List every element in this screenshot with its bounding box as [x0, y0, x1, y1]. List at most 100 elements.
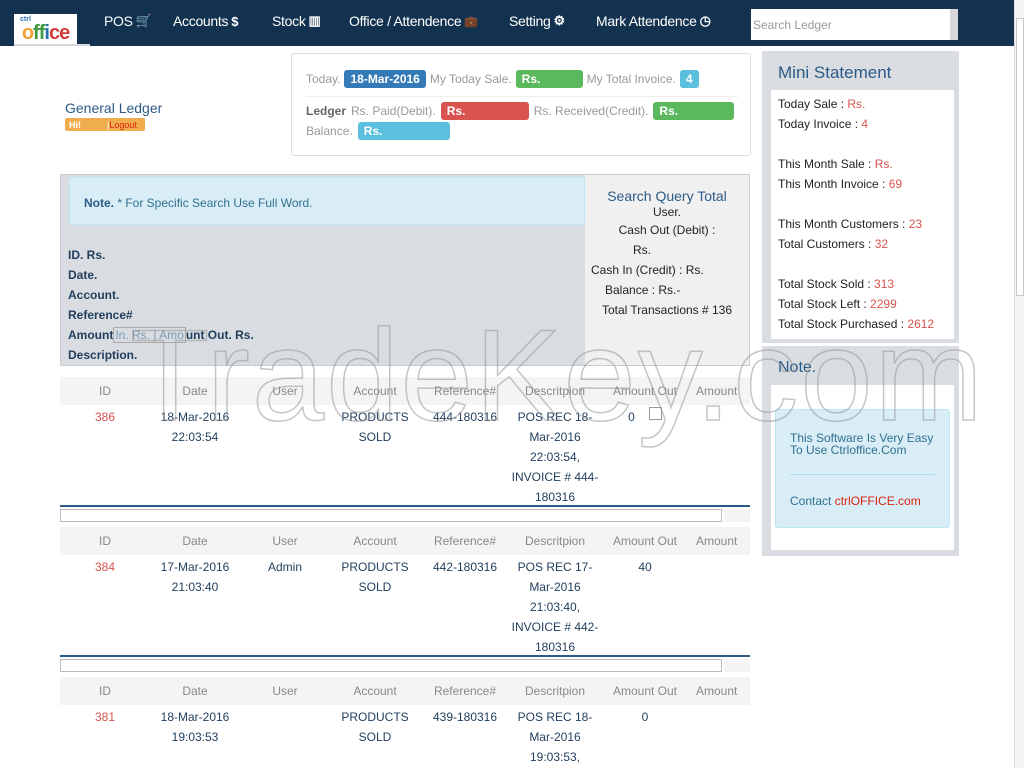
amount-prefix: Amount [68, 328, 114, 342]
logo-underline [14, 44, 90, 46]
ledger-entry-384: ID Date User Account Reference# Descritp… [60, 527, 750, 657]
stat-month-invoice: This Month Invoice : 69 [778, 174, 947, 194]
desc-line: POS REC 18- [517, 410, 593, 424]
col-date: Date [182, 684, 208, 698]
note-panel: Note. This Software Is Very Easy To Use … [762, 346, 959, 556]
col-id: ID [99, 534, 111, 548]
cell-id[interactable]: 386 [60, 407, 150, 507]
horizontal-scrollbar[interactable] [60, 655, 750, 672]
cell-date: 18-Mar-2016 22:03:54 [150, 407, 240, 507]
clock-icon: ◷ [699, 13, 711, 28]
summary-panel: Today. 18-Mar-2016 My Today Sale. Rs. My… [291, 53, 751, 156]
scrollbar-track[interactable] [60, 509, 722, 522]
top-navbar: ctrl office POS 🛒 Accounts $ Stock ▥ Off… [0, 0, 1014, 46]
ledger-label: Ledger [306, 104, 347, 118]
col-amount-out: Amount Out [612, 534, 678, 548]
stat-label: This Month Customers : [778, 217, 909, 231]
table-row[interactable]: 386 18-Mar-2016 22:03:54 PRODUCTS SOLD 444… [60, 405, 750, 507]
today-date-badge: 18-Mar-2016 [344, 70, 426, 88]
search-note: Note. * For Specific Search Use Full Wor… [69, 177, 585, 225]
desc-line: INVOICE # 444- [511, 470, 599, 484]
amount-out-value: 0 [628, 410, 635, 424]
cell-amount-in [690, 557, 750, 657]
ledger-entry-381: ID Date User Account Reference# Descritp… [60, 677, 750, 767]
col-description: Descritpion [524, 534, 586, 548]
field-amount: Amount In. Rs. | Amo unt Out. Rs. [68, 325, 254, 345]
vertical-scrollbar[interactable] [1014, 0, 1024, 768]
logout-link[interactable]: Logout [109, 120, 137, 130]
desc-line: POS REC 17- [517, 560, 593, 574]
cell-id[interactable]: 384 [60, 557, 150, 657]
stat-value: 2299 [870, 297, 897, 311]
col-amount-out: Amount Out [612, 684, 678, 698]
row-checkbox[interactable] [648, 407, 662, 420]
horizontal-scrollbar[interactable] [60, 505, 750, 522]
nav-office-attendence[interactable]: Office / Attendence 💼 [349, 13, 478, 29]
query-cash-in: Cash In (Credit) : Rs. [591, 263, 704, 277]
nav-pos[interactable]: POS 🛒 [104, 13, 152, 29]
received-label: Rs. Received(Credit). [533, 104, 649, 118]
logo-office-text: office [22, 23, 70, 43]
col-id: ID [99, 684, 111, 698]
contact-label: Contact [790, 494, 835, 508]
stat-value: Rs. [847, 97, 866, 111]
search-ledger-input[interactable] [751, 9, 950, 40]
balance-label: Balance. [306, 124, 353, 138]
query-balance: Balance : Rs.- [605, 283, 681, 297]
account-line: SOLD [358, 730, 392, 744]
scrollbar-thumb[interactable] [1016, 18, 1024, 296]
col-id: ID [99, 384, 111, 398]
cell-user [240, 707, 330, 767]
nav-mark-attendence[interactable]: Mark Attendence ◷ [596, 13, 711, 29]
received-badge: Rs. [653, 102, 735, 120]
stat-label: This Month Sale : [778, 157, 875, 171]
date-line: 18-Mar-2016 [160, 710, 230, 724]
ledger-summary-line: Ledger Rs. Paid(Debit). Rs. Rs. Received… [306, 102, 735, 120]
cell-description: POS REC 17- Mar-2016 21:03:40, INVOICE # 44… [510, 557, 600, 657]
user-badge: Hi! | Logout [65, 118, 145, 131]
stat-value: 23 [908, 217, 923, 231]
stat-value: Rs. [874, 157, 893, 171]
mini-statement-title: Mini Statement [778, 63, 892, 82]
nav-stock[interactable]: Stock ▥ [272, 13, 321, 29]
col-account: Account [353, 384, 397, 398]
note-text: This Software Is Very Easy To Use Ctrlof… [790, 431, 934, 457]
col-reference: Reference# [433, 534, 497, 548]
stat-label: Total Stock Left : [778, 297, 871, 311]
desc-line: Mar-2016 [529, 580, 581, 594]
amount-in-input[interactable]: In. Rs. | Amo [113, 327, 186, 343]
desc-line: 180316 [534, 640, 576, 654]
stat-today-sale: Today Sale : Rs. [778, 94, 947, 114]
time-line: 19:03:53 [171, 730, 219, 744]
search-panel: Note. * For Specific Search Use Full Wor… [60, 174, 750, 366]
note-text: * For Specific Search Use Full Word. [114, 196, 313, 210]
col-amount-in: Amount [696, 534, 738, 548]
field-account: Account. [68, 288, 120, 302]
ledger-entry-386: ID Date User Account Reference# Descritp… [60, 377, 750, 507]
nav-accounts[interactable]: Accounts $ [173, 13, 238, 29]
col-user: User [272, 384, 298, 398]
cell-account: PRODUCTS SOLD [330, 707, 420, 767]
col-amount-in: Amount [696, 384, 738, 398]
dollar-icon: $ [231, 13, 239, 29]
cell-amount-out: 0 [600, 407, 690, 507]
table-row[interactable]: 384 17-Mar-2016 21:03:40 Admin PRODUCTS SO… [60, 555, 750, 657]
cell-id[interactable]: 381 [60, 707, 150, 767]
logo-ctrl-text: ctrl [20, 16, 31, 23]
cell-amount-in [690, 707, 750, 767]
account-line: PRODUCTS [341, 410, 409, 424]
nav-setting[interactable]: Setting ⚙ [509, 13, 565, 29]
scrollbar-track[interactable] [60, 659, 722, 672]
table-row[interactable]: 381 18-Mar-2016 19:03:53 PRODUCTS SOLD 439… [60, 705, 750, 767]
contact-link[interactable]: ctrlOFFICE.com [835, 494, 921, 508]
nav-office-label: Office / Attendence [349, 13, 462, 29]
briefcase-icon: 💼 [464, 15, 478, 28]
ctrloffice-logo[interactable]: ctrl office [14, 14, 77, 46]
stat-value: 4 [861, 117, 869, 131]
stat-label: Total Stock Purchased : [778, 317, 908, 331]
note-divider [790, 474, 935, 475]
note-bold: Note. [84, 196, 114, 210]
balance-line: Balance. Rs. [306, 122, 450, 140]
cell-account: PRODUCTS SOLD [330, 407, 420, 507]
